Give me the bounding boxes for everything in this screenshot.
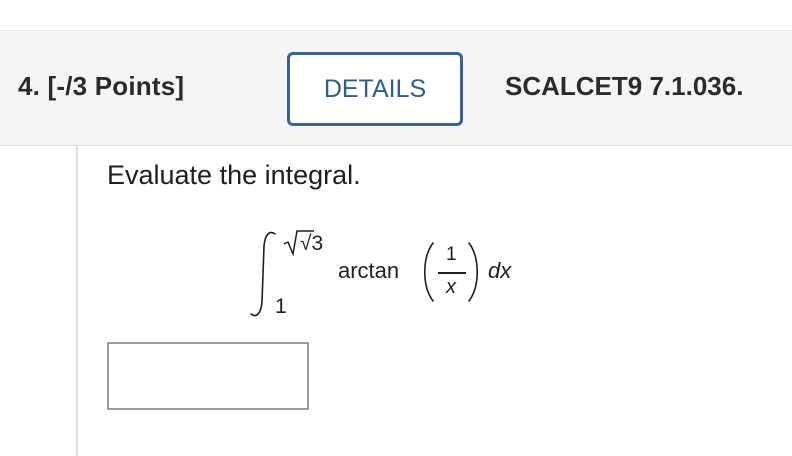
fraction-denominator: x — [446, 276, 456, 298]
question-page: 4. [-/3 Points] DETAILS SCALCET9 7.1.036… — [0, 0, 792, 456]
lower-limit: 1 — [275, 295, 287, 318]
right-paren-icon — [468, 242, 478, 302]
fraction-bar — [438, 272, 466, 274]
answer-input[interactable] — [107, 342, 309, 410]
question-left-rule — [76, 146, 78, 456]
question-number-points: 4. [-/3 Points] — [18, 71, 185, 101]
question-header: 4. [-/3 Points] DETAILS SCALCET9 7.1.036… — [0, 30, 792, 146]
problem-prompt: Evaluate the integral. — [107, 160, 361, 190]
differential: dx — [488, 258, 512, 283]
question-reference: SCALCET9 7.1.036. — [505, 71, 744, 101]
fraction-numerator: 1 — [446, 244, 457, 265]
function-name: arctan — [338, 258, 400, 283]
details-button[interactable]: DETAILS — [287, 52, 463, 126]
upper-limit-value: √3 — [300, 232, 323, 255]
upper-limit: √3 — [283, 230, 323, 256]
left-paren-icon — [424, 242, 434, 302]
